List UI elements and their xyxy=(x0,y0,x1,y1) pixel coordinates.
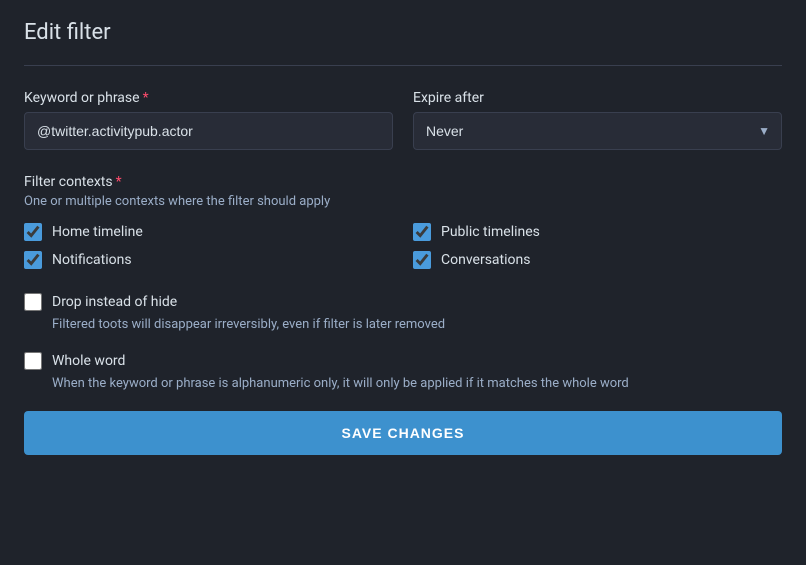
whole-word-label: Whole word xyxy=(52,353,125,369)
checkbox-conversations-input[interactable] xyxy=(413,251,431,269)
checkbox-public-timelines-input[interactable] xyxy=(413,223,431,241)
whole-word-header: Whole word xyxy=(24,352,782,370)
keyword-group: Keyword or phrase* xyxy=(24,90,393,150)
form-row: Keyword or phrase* Expire after Never 30… xyxy=(24,90,782,150)
checkbox-home-timeline-label: Home timeline xyxy=(52,224,143,240)
expire-label: Expire after xyxy=(413,90,782,106)
whole-word-input[interactable] xyxy=(24,352,42,370)
checkbox-conversations-label: Conversations xyxy=(441,252,530,268)
drop-instead-hide-label: Drop instead of hide xyxy=(52,294,177,310)
checkbox-notifications-input[interactable] xyxy=(24,251,42,269)
page-title: Edit filter xyxy=(24,20,782,45)
whole-word-description: When the keyword or phrase is alphanumer… xyxy=(24,376,782,391)
filter-contexts-required: * xyxy=(116,174,122,190)
filter-contexts-subtitle: One or multiple contexts where the filte… xyxy=(24,194,782,209)
keyword-label: Keyword or phrase* xyxy=(24,90,393,106)
divider xyxy=(24,65,782,66)
filter-contexts-section: Filter contexts* One or multiple context… xyxy=(24,174,782,269)
expire-select[interactable]: Never 30 minutes 1 hour 6 hours 12 hours… xyxy=(413,112,782,150)
checkbox-notifications[interactable]: Notifications xyxy=(24,251,393,269)
save-changes-button[interactable]: SAVE CHANGES xyxy=(24,411,782,455)
page-container: Edit filter Keyword or phrase* Expire af… xyxy=(0,0,806,475)
checkboxes-grid: Home timeline Public timelines Notificat… xyxy=(24,223,782,269)
filter-contexts-title: Filter contexts* xyxy=(24,174,782,190)
drop-instead-hide-description: Filtered toots will disappear irreversib… xyxy=(24,317,782,332)
drop-instead-hide-checkbox-item[interactable]: Drop instead of hide xyxy=(24,293,177,311)
expire-group: Expire after Never 30 minutes 1 hour 6 h… xyxy=(413,90,782,150)
checkbox-conversations[interactable]: Conversations xyxy=(413,251,782,269)
drop-instead-hide-option: Drop instead of hide Filtered toots will… xyxy=(24,293,782,332)
whole-word-option: Whole word When the keyword or phrase is… xyxy=(24,352,782,391)
required-indicator: * xyxy=(143,90,149,106)
checkbox-public-timelines[interactable]: Public timelines xyxy=(413,223,782,241)
expire-select-wrapper: Never 30 minutes 1 hour 6 hours 12 hours… xyxy=(413,112,782,150)
checkbox-public-timelines-label: Public timelines xyxy=(441,224,540,240)
whole-word-checkbox-item[interactable]: Whole word xyxy=(24,352,125,370)
drop-instead-hide-input[interactable] xyxy=(24,293,42,311)
drop-instead-hide-header: Drop instead of hide xyxy=(24,293,782,311)
checkbox-home-timeline[interactable]: Home timeline xyxy=(24,223,393,241)
checkbox-home-timeline-input[interactable] xyxy=(24,223,42,241)
keyword-input[interactable] xyxy=(24,112,393,150)
checkbox-notifications-label: Notifications xyxy=(52,252,132,268)
